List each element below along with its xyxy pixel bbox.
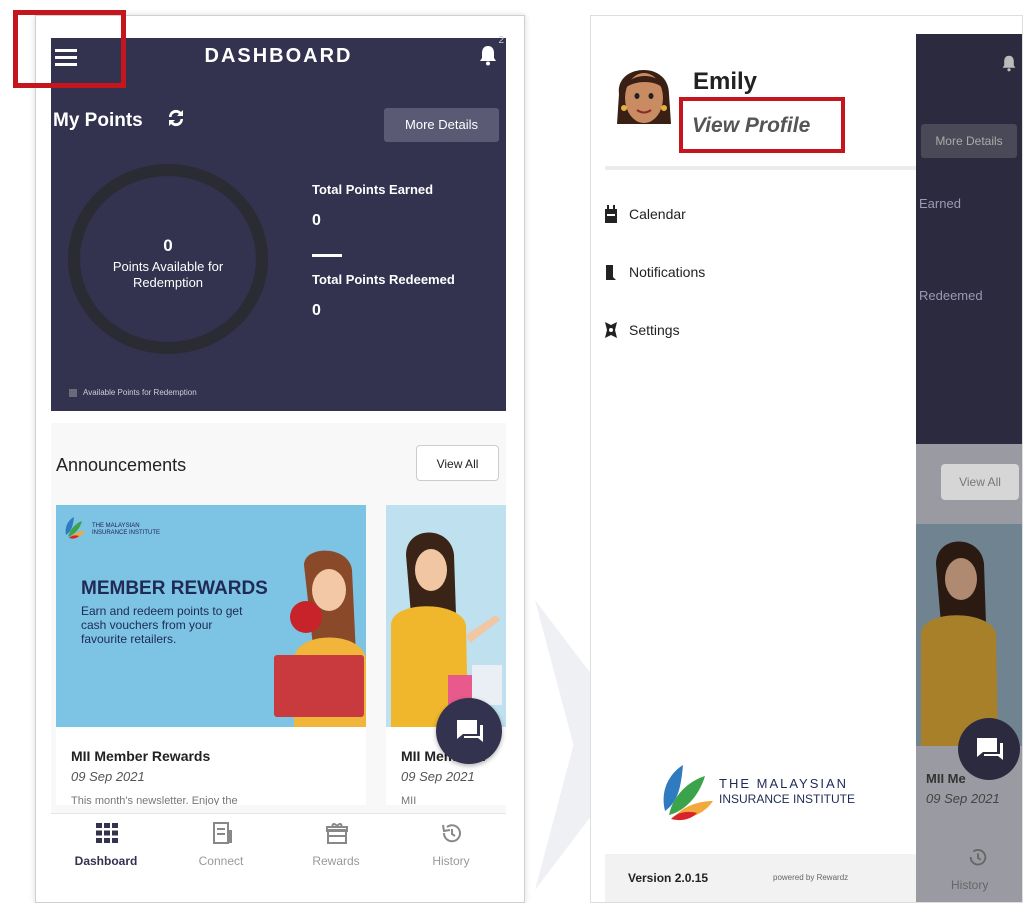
points-available-value: 0 <box>163 236 173 255</box>
dimmed-nav-label: History <box>951 878 989 892</box>
points-panel: My Points More Details 0 Points Availabl… <box>51 96 506 411</box>
dimmed-banner <box>916 524 1022 746</box>
dim-overlay[interactable] <box>916 34 1022 444</box>
chat-icon <box>457 720 483 742</box>
nav-label: Rewards <box>312 854 360 868</box>
woman-shopping-illustration <box>391 532 502 727</box>
points-available-label: Points Available for Redemption <box>112 259 224 290</box>
page: DASHBOARD 2 My Points More Details 0 Poi… <box>0 0 1023 903</box>
nav-rewards[interactable]: Rewards <box>281 814 391 876</box>
logo-text: THE MALAYSIAN INSURANCE INSTITUTE <box>92 523 161 536</box>
mii-leaf-logo <box>663 765 713 821</box>
chat-button[interactable] <box>436 698 502 764</box>
dimmed-card-date: 09 Sep 2021 <box>926 791 1000 806</box>
bell-icon <box>1002 55 1016 72</box>
card-description: MII <box>401 795 417 805</box>
my-points-title: My Points <box>53 110 143 131</box>
banner-title: MEMBER REWARDS <box>81 578 268 599</box>
total-earned-label: Total Points Earned <box>312 182 434 197</box>
divider <box>312 254 342 257</box>
gift-icon <box>326 823 348 844</box>
calendar-icon <box>605 205 617 223</box>
menu-label: Settings <box>629 322 680 338</box>
view-all-button[interactable]: View All <box>416 445 499 481</box>
mii-logo: THE MALAYSIAN INSURANCE INSTITUTE <box>64 515 164 545</box>
history-icon <box>969 848 987 866</box>
bottom-navigation: Dashboard Connect Rewards History <box>51 813 506 875</box>
app-version: Version 2.0.15 <box>628 871 709 885</box>
menu-label: Notifications <box>629 264 706 280</box>
dimmed-woman-illustration <box>921 541 998 746</box>
mii-logo: THE MALAYSIAN INSURANCE INSTITUTE <box>659 761 859 823</box>
dimmed-earned-label: Earned <box>919 196 961 211</box>
powered-by: powered by Rewardz <box>773 873 849 882</box>
announcements-title: Announcements <box>56 455 187 475</box>
document-icon <box>213 822 232 844</box>
refresh-icon[interactable] <box>163 105 189 131</box>
user-name: Emily <box>693 68 758 95</box>
laptop-illustration <box>274 655 364 717</box>
nav-history[interactable]: History <box>396 814 506 876</box>
chart-legend: Available Points for Redemption <box>69 388 197 397</box>
gear-icon <box>605 322 617 338</box>
more-details-button[interactable]: More Details <box>384 108 499 142</box>
dimmed-view-all: View All <box>941 464 1019 500</box>
logo-line-2: INSURANCE INSTITUTE <box>719 792 856 806</box>
drawer-footer: Version 2.0.15 powered by Rewardz <box>605 854 916 902</box>
nav-label: Connect <box>198 854 244 868</box>
dimmed-redeemed-label: Redeemed <box>919 288 983 303</box>
banner-text: Earn and redeem points to get cash vouch… <box>81 604 243 646</box>
total-earned-value: 0 <box>312 212 321 229</box>
avatar[interactable] <box>611 54 675 136</box>
nav-label: History <box>432 854 470 868</box>
total-redeemed-value: 0 <box>312 302 321 319</box>
highlight-box-menu <box>13 10 126 88</box>
card-date: 09 Sep 2021 <box>71 769 145 784</box>
legend-swatch <box>69 388 77 397</box>
history-icon <box>442 824 461 843</box>
nav-label: Dashboard <box>74 854 138 868</box>
announcement-card[interactable]: THE MALAYSIAN INSURANCE INSTITUTE MEMBER… <box>56 505 366 805</box>
card-date: 09 Sep 2021 <box>401 769 475 784</box>
points-ring-chart: 0 Points Available for Redemption <box>68 164 268 354</box>
highlight-box-view-profile <box>679 97 845 153</box>
dimmed-card-title: MII Me <box>926 771 966 786</box>
member-rewards-banner: THE MALAYSIAN INSURANCE INSTITUTE MEMBER… <box>56 505 366 727</box>
dimmed-more-details: More Details <box>921 124 1017 158</box>
card-title: MII Member Rewards <box>71 748 211 764</box>
nav-dashboard[interactable]: Dashboard <box>51 814 161 876</box>
dashboard-screen: DASHBOARD 2 My Points More Details 0 Poi… <box>35 15 525 903</box>
dimmed-chat-button <box>958 718 1020 780</box>
bell-icon <box>606 265 616 280</box>
menu-label: Calendar <box>629 206 686 222</box>
bell-icon[interactable] <box>478 44 498 66</box>
card-description: This month's newsletter. Enjoy the <box>71 795 238 805</box>
nav-connect[interactable]: Connect <box>166 814 276 876</box>
notification-badge: 2 <box>498 35 504 46</box>
divider <box>605 166 916 170</box>
shopping-banner <box>386 505 506 727</box>
total-redeemed-label: Total Points Redeemed <box>312 272 455 287</box>
chat-icon <box>977 738 1003 760</box>
legend-label: Available Points for Redemption <box>83 388 197 397</box>
grid-icon <box>96 823 118 843</box>
logo-line-1: THE MALAYSIAN <box>719 776 849 791</box>
